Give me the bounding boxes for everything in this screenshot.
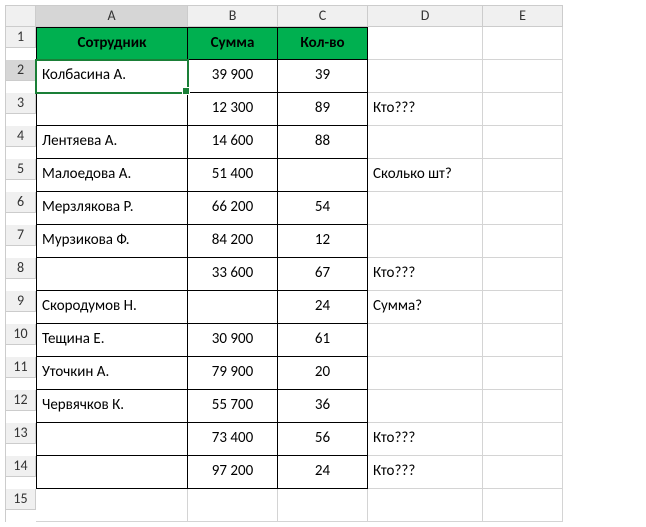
cell-E9[interactable] (483, 291, 563, 324)
cell-E5[interactable] (483, 159, 563, 192)
col-header-A[interactable]: A (36, 6, 188, 27)
cell-D3[interactable]: Кто??? (368, 93, 483, 126)
row-header-15[interactable]: 15 (6, 489, 36, 510)
cell-B15[interactable] (188, 489, 278, 522)
cell-B12[interactable]: 55 700 (188, 390, 278, 423)
cell-B2[interactable]: 39 900 (188, 60, 278, 93)
cell-D2[interactable] (368, 60, 483, 93)
cell-C7[interactable]: 12 (278, 225, 368, 258)
cell-A6[interactable]: Мерзлякова Р. (36, 192, 188, 225)
cell-B14[interactable]: 97 200 (188, 456, 278, 489)
cell-A3[interactable] (36, 93, 188, 126)
cell-B9[interactable] (188, 291, 278, 324)
cell-A11[interactable]: Уточкин А. (36, 357, 188, 390)
cell-B10[interactable]: 30 900 (188, 324, 278, 357)
cell-B11[interactable]: 79 900 (188, 357, 278, 390)
cell-D13[interactable]: Кто??? (368, 423, 483, 456)
cell-A9[interactable]: Скородумов Н. (36, 291, 188, 324)
row-header-13[interactable]: 13 (6, 423, 36, 444)
cell-E13[interactable] (483, 423, 563, 456)
cell-A8[interactable] (36, 258, 188, 291)
cell-D10[interactable] (368, 324, 483, 357)
cell-A14[interactable] (36, 456, 188, 489)
row-header-4[interactable]: 4 (6, 126, 36, 147)
row-header-14[interactable]: 14 (6, 456, 36, 477)
cell-C12[interactable]: 36 (278, 390, 368, 423)
cell-D14[interactable]: Кто??? (368, 456, 483, 489)
row-header-8[interactable]: 8 (6, 258, 36, 279)
cell-A15[interactable] (36, 489, 188, 522)
cell-D6[interactable] (368, 192, 483, 225)
cell-E12[interactable] (483, 390, 563, 423)
cell-C9[interactable]: 24 (278, 291, 368, 324)
cell-E4[interactable] (483, 126, 563, 159)
row-header-1[interactable]: 1 (6, 27, 36, 48)
row-header-7[interactable]: 7 (6, 225, 36, 246)
cell-E6[interactable] (483, 192, 563, 225)
cell-E1[interactable] (483, 27, 563, 60)
row-header-3[interactable]: 3 (6, 93, 36, 114)
cell-C4[interactable]: 88 (278, 126, 368, 159)
cell-B8[interactable]: 33 600 (188, 258, 278, 291)
cell-B6[interactable]: 66 200 (188, 192, 278, 225)
col-header-D[interactable]: D (368, 6, 483, 27)
row-header-11[interactable]: 11 (6, 357, 36, 378)
cell-A2[interactable]: Колбасина А. (36, 60, 188, 93)
cell-B3[interactable]: 12 300 (188, 93, 278, 126)
col-header-B[interactable]: B (188, 6, 278, 27)
cell-E10[interactable] (483, 324, 563, 357)
cell-C5[interactable] (278, 159, 368, 192)
cell-C14[interactable]: 24 (278, 456, 368, 489)
cell-B7[interactable]: 84 200 (188, 225, 278, 258)
cell-A7[interactable]: Мурзикова Ф. (36, 225, 188, 258)
cell-B4[interactable]: 14 600 (188, 126, 278, 159)
cell-A1[interactable]: Сотрудник (36, 27, 188, 60)
cell-D1[interactable] (368, 27, 483, 60)
cell-A5[interactable]: Малоедова А. (36, 159, 188, 192)
cell-E8[interactable] (483, 258, 563, 291)
row-header-12[interactable]: 12 (6, 390, 36, 411)
cell-C2[interactable]: 39 (278, 60, 368, 93)
row-header-2[interactable]: 2 (6, 60, 36, 81)
cell-B13[interactable]: 73 400 (188, 423, 278, 456)
cell-E14[interactable] (483, 456, 563, 489)
cell-C8[interactable]: 67 (278, 258, 368, 291)
row-header-9[interactable]: 9 (6, 291, 36, 312)
row-header-6[interactable]: 6 (6, 192, 36, 213)
cell-D5[interactable]: Сколько шт? (368, 159, 483, 192)
cell-D15[interactable] (368, 489, 483, 522)
cell-C13[interactable]: 56 (278, 423, 368, 456)
cell-A12[interactable]: Червячков К. (36, 390, 188, 423)
cell-E15[interactable] (483, 489, 563, 522)
cell-D7[interactable] (368, 225, 483, 258)
cell-C3[interactable]: 89 (278, 93, 368, 126)
cell-A10[interactable]: Тещина Е. (36, 324, 188, 357)
cell-C6[interactable]: 54 (278, 192, 368, 225)
cell-E7[interactable] (483, 225, 563, 258)
select-all-corner[interactable] (6, 6, 36, 27)
cell-D8[interactable]: Кто??? (368, 258, 483, 291)
row-header-5[interactable]: 5 (6, 159, 36, 180)
cell-C10[interactable]: 61 (278, 324, 368, 357)
spreadsheet-grid[interactable]: A B C D E 1 Сотрудник Сумма Кол-во 2 Кол… (5, 5, 563, 522)
cell-A4[interactable]: Лентяева А. (36, 126, 188, 159)
cell-E2[interactable] (483, 60, 563, 93)
col-header-C[interactable]: C (278, 6, 368, 27)
row-header-10[interactable]: 10 (6, 324, 36, 345)
cell-A13[interactable] (36, 423, 188, 456)
col-header-E[interactable]: E (483, 6, 563, 27)
cell-C11[interactable]: 20 (278, 357, 368, 390)
cell-E3[interactable] (483, 93, 563, 126)
cell-B1[interactable]: Сумма (188, 27, 278, 60)
cell-D4[interactable] (368, 126, 483, 159)
cell-D12[interactable] (368, 390, 483, 423)
cell-B5[interactable]: 51 400 (188, 159, 278, 192)
cell-C1[interactable]: Кол-во (278, 27, 368, 60)
cell-D11[interactable] (368, 357, 483, 390)
cell-E11[interactable] (483, 357, 563, 390)
cell-D9[interactable]: Сумма? (368, 291, 483, 324)
cell-C15[interactable] (278, 489, 368, 522)
